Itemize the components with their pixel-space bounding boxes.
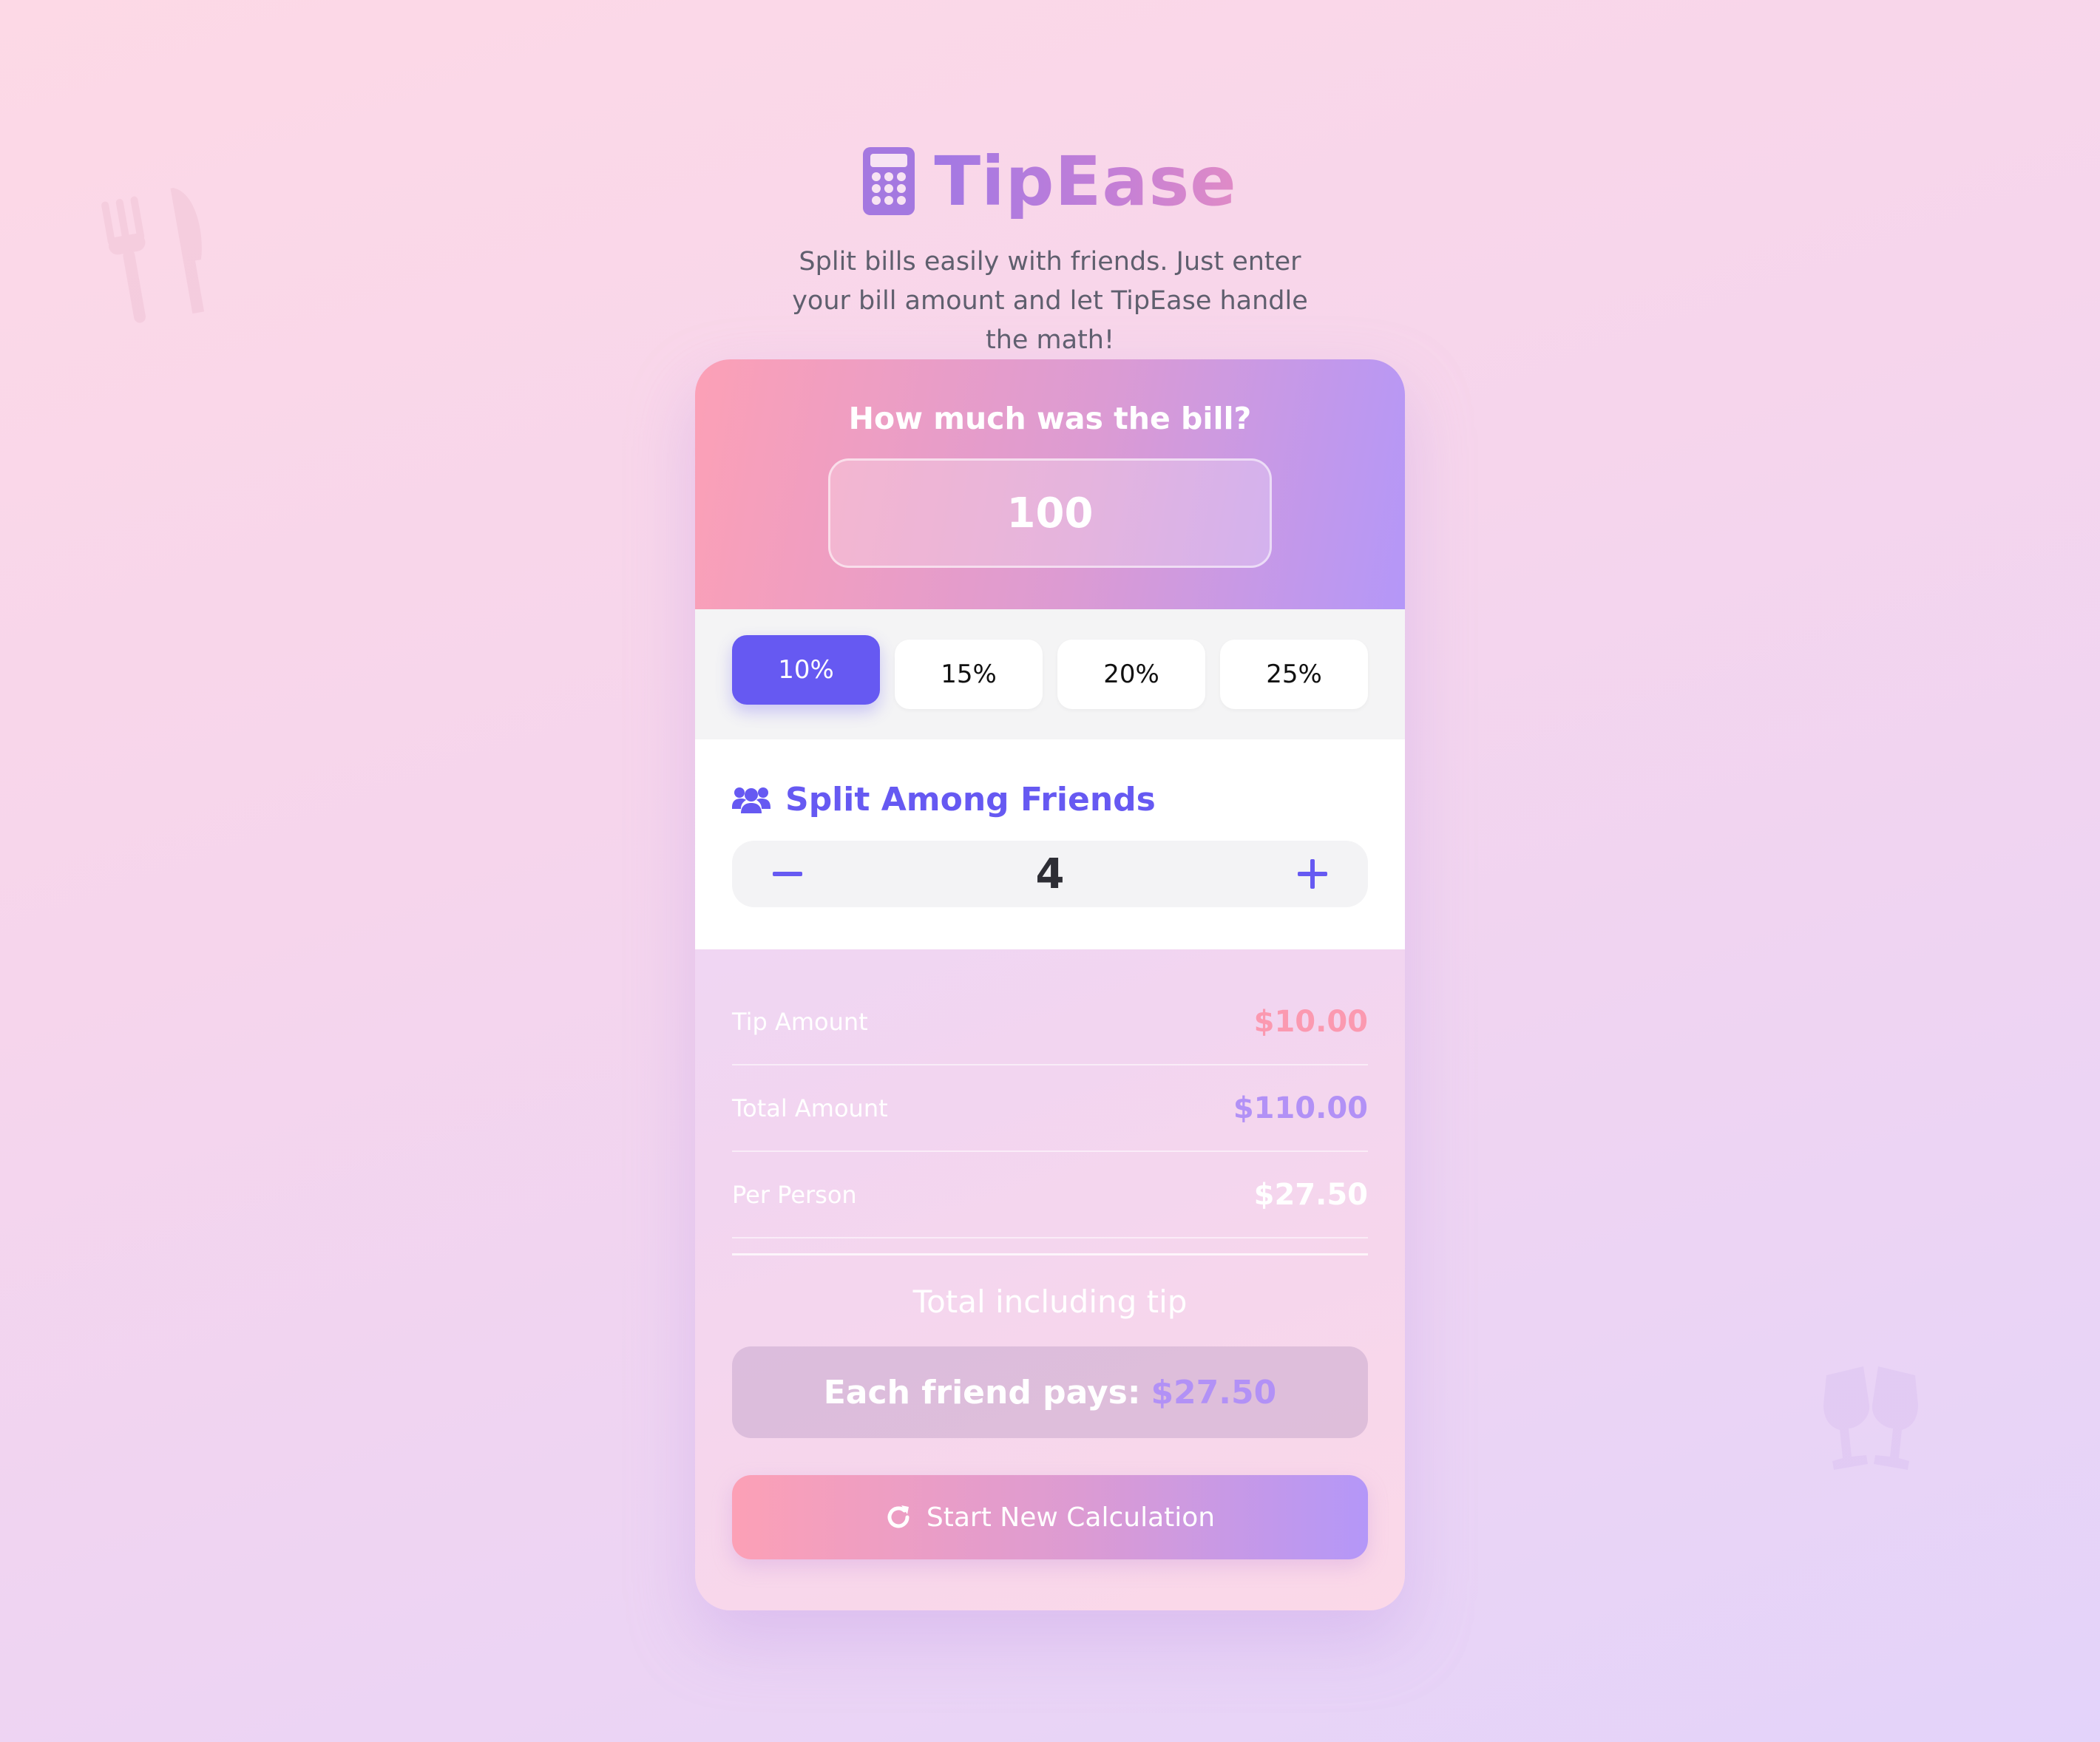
start-new-calculation-label: Start New Calculation <box>926 1502 1216 1533</box>
bill-question: How much was the bill? <box>848 401 1252 436</box>
header: TipEase Split bills easily with friends.… <box>0 140 2100 360</box>
each-friend-pays-value: $27.50 <box>1151 1373 1277 1411</box>
increment-button[interactable] <box>1294 855 1331 892</box>
tip-options: 10% 15% 20% 25% <box>695 609 1405 739</box>
split-heading: Split Among Friends <box>732 781 1368 819</box>
tip-amount-row: Tip Amount $10.00 <box>732 979 1368 1065</box>
bill-section: How much was the bill? <box>695 359 1405 609</box>
tip-option-15[interactable]: 15% <box>895 640 1043 709</box>
total-caption: Total including tip <box>912 1284 1188 1320</box>
refresh-icon <box>887 1505 910 1528</box>
users-icon <box>732 787 770 813</box>
results-divider <box>732 1253 1368 1255</box>
tip-amount-value: $10.00 <box>1253 1004 1368 1039</box>
results-section: Tip Amount $10.00 Total Amount $110.00 P… <box>695 949 1405 1559</box>
tip-option-25[interactable]: 25% <box>1220 640 1368 709</box>
per-person-row: Per Person $27.50 <box>732 1152 1368 1238</box>
per-person-value: $27.50 <box>1253 1177 1368 1212</box>
glasses-cheers-icon <box>1823 1366 1918 1470</box>
total-amount-row: Total Amount $110.00 <box>732 1065 1368 1152</box>
total-amount-value: $110.00 <box>1233 1091 1368 1125</box>
friends-count: 4 <box>1035 850 1065 898</box>
per-person-label: Per Person <box>732 1180 857 1209</box>
total-amount-label: Total Amount <box>732 1094 888 1122</box>
app-subtitle: Split bills easily with friends. Just en… <box>792 247 1308 355</box>
each-friend-pays: Each friend pays: $27.50 <box>732 1346 1368 1438</box>
tip-amount-label: Tip Amount <box>732 1007 868 1036</box>
plus-icon <box>1298 859 1327 889</box>
tip-option-20[interactable]: 20% <box>1057 640 1205 709</box>
bill-amount-input[interactable] <box>828 458 1272 568</box>
start-new-calculation-button[interactable]: Start New Calculation <box>732 1475 1368 1559</box>
app-title: TipEase <box>934 141 1237 221</box>
calculator-icon <box>863 147 915 215</box>
split-title: Split Among Friends <box>785 781 1156 819</box>
split-section: Split Among Friends 4 <box>695 739 1405 949</box>
decrement-button[interactable] <box>769 855 806 892</box>
tip-option-10[interactable]: 10% <box>732 635 880 705</box>
each-friend-pays-label: Each friend pays: <box>823 1373 1141 1411</box>
friends-stepper: 4 <box>732 841 1368 907</box>
minus-icon <box>773 872 802 876</box>
brand: TipEase <box>0 140 2100 222</box>
calculator-card: How much was the bill? 10% 15% 20% 25% S… <box>695 359 1405 1610</box>
